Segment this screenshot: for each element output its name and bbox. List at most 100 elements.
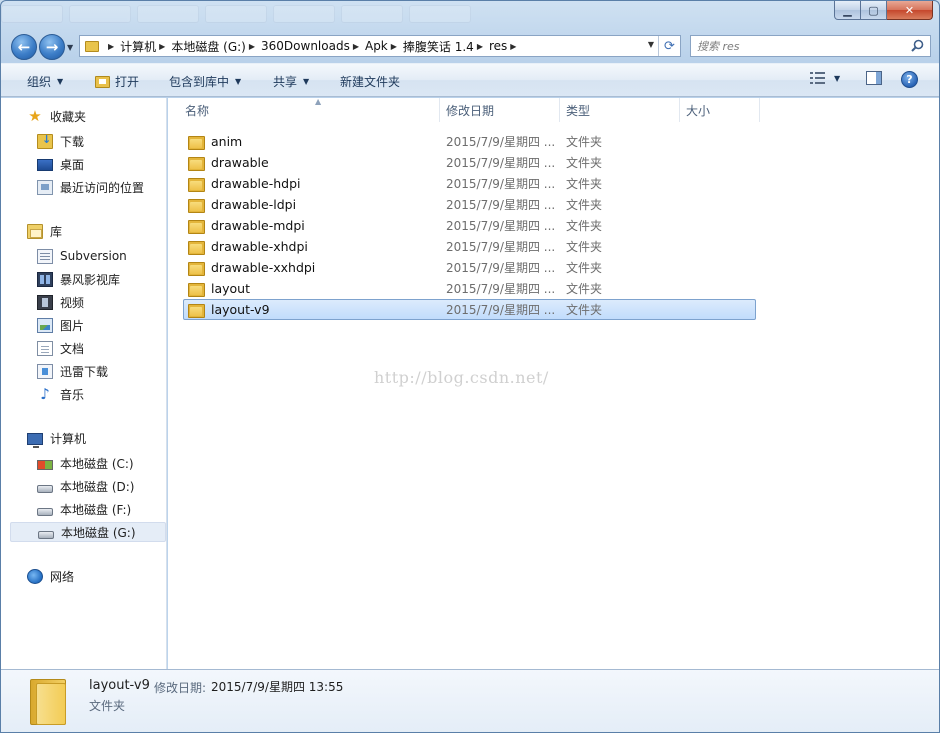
chevron-right-icon[interactable]: ▶ [249, 42, 255, 51]
minimize-button[interactable]: ▁ [834, 1, 861, 20]
breadcrumb-app[interactable]: 捧腹笑话 1.4 [403, 38, 474, 55]
file-name: drawable-ldpi [211, 197, 297, 212]
chevron-right-icon[interactable]: ▶ [391, 42, 397, 51]
address-bar[interactable]: ▶ 计算机 ▶ 本地磁盘 (G:) ▶ 360Downloads ▶ Apk ▶… [79, 35, 681, 57]
navigation-pane[interactable]: ★ 收藏夹 下载 桌面 最近访问的位置 库 Subversion 暴风影视库 [1, 98, 167, 669]
folder-icon [188, 135, 205, 150]
close-button[interactable]: ✕ [887, 1, 933, 20]
back-button[interactable]: ← [11, 34, 37, 60]
open-button[interactable]: 打开 [95, 73, 139, 90]
breadcrumb-res[interactable]: res [489, 39, 507, 53]
sidebar-group-network[interactable]: 网络 [27, 568, 74, 585]
search-icon[interactable] [911, 39, 924, 52]
file-type: 文件夹 [566, 219, 603, 233]
details-view-icon [810, 71, 826, 85]
sidebar-item-label: 文档 [60, 341, 85, 356]
sidebar-item-drive-f[interactable]: 本地磁盘 (F:) [37, 499, 131, 519]
help-button[interactable]: ? [901, 71, 918, 88]
navigation-bar: ← → ▼ ▶ 计算机 ▶ 本地磁盘 (G:) ▶ 360Downloads ▶… [1, 29, 939, 63]
file-row[interactable]: drawable-hdpi 2015/7/9/星期四 ... 文件夹 [183, 173, 756, 194]
sidebar-group-label: 计算机 [50, 432, 87, 446]
file-row[interactable]: drawable-mdpi 2015/7/9/星期四 ... 文件夹 [183, 215, 756, 236]
sidebar-item-recent-places[interactable]: 最近访问的位置 [37, 177, 144, 197]
file-list[interactable]: 名称 ▲ 修改日期 类型 大小 anim 2015/7/9/星期四 ... 文件… [168, 97, 939, 669]
file-date: 2015/7/9/星期四 ... [446, 282, 556, 296]
new-folder-button[interactable]: 新建文件夹 [340, 73, 400, 90]
breadcrumb-apk[interactable]: Apk [365, 39, 388, 53]
download-library-icon [37, 363, 53, 379]
breadcrumb-drive-g[interactable]: 本地磁盘 (G:) [171, 38, 246, 55]
sidebar-group-libraries[interactable]: 库 [27, 223, 62, 240]
column-header-date[interactable]: 修改日期 [440, 98, 560, 122]
change-view-button[interactable]: ▼ [810, 71, 840, 85]
document-library-icon [37, 248, 53, 264]
sidebar-item-videos[interactable]: 视频 [37, 292, 84, 312]
file-row[interactable]: anim 2015/7/9/星期四 ... 文件夹 [183, 131, 756, 152]
library-icon [27, 224, 43, 239]
maximize-button[interactable]: ▢ [861, 1, 887, 20]
file-row[interactable]: drawable-xxhdpi 2015/7/9/星期四 ... 文件夹 [183, 257, 756, 278]
file-name: drawable-mdpi [211, 218, 305, 233]
chevron-right-icon[interactable]: ▶ [353, 42, 359, 51]
address-history-dropdown[interactable]: ▼ [648, 40, 654, 49]
arrow-right-icon: → [45, 38, 59, 56]
sidebar-item-pictures[interactable]: 图片 [37, 315, 84, 335]
recent-places-icon [37, 179, 53, 195]
sidebar-item-drive-c[interactable]: 本地磁盘 (C:) [37, 453, 134, 473]
sidebar-item-drive-g[interactable]: 本地磁盘 (G:) [10, 522, 166, 542]
title-bar[interactable]: ▁ ▢ ✕ [1, 1, 939, 29]
forward-button[interactable]: → [39, 34, 65, 60]
file-row[interactable]: drawable-xhdpi 2015/7/9/星期四 ... 文件夹 [183, 236, 756, 257]
file-type: 文件夹 [566, 135, 603, 149]
file-row[interactable]: drawable 2015/7/9/星期四 ... 文件夹 [183, 152, 756, 173]
file-name: drawable [211, 155, 269, 170]
sidebar-group-label: 库 [50, 225, 63, 239]
file-row[interactable]: drawable-ldpi 2015/7/9/星期四 ... 文件夹 [183, 194, 756, 215]
minimize-icon: ▁ [843, 3, 852, 17]
column-header-label: 大小 [686, 103, 711, 118]
sidebar-item-xunlei-downloads[interactable]: 迅雷下载 [37, 361, 108, 381]
share-button[interactable]: 共享 ▼ [273, 73, 309, 90]
search-box[interactable] [690, 35, 931, 57]
chevron-right-icon[interactable]: ▶ [477, 42, 483, 51]
organize-button[interactable]: 组织 ▼ [27, 73, 63, 90]
hard-drive-icon [38, 530, 54, 539]
sidebar-item-drive-d[interactable]: 本地磁盘 (D:) [37, 476, 134, 496]
chevron-right-icon[interactable]: ▶ [159, 42, 165, 51]
breadcrumb-360downloads[interactable]: 360Downloads [261, 39, 350, 53]
watermark-text: http://blog.csdn.net/ [374, 368, 549, 387]
refresh-button[interactable]: ⟳ [658, 36, 680, 56]
details-name: layout-v9 [89, 678, 150, 693]
folder-icon [188, 156, 205, 171]
file-date: 2015/7/9/星期四 ... [446, 261, 556, 275]
file-row[interactable]: layout 2015/7/9/星期四 ... 文件夹 [183, 278, 756, 299]
sidebar-item-subversion[interactable]: Subversion [37, 246, 127, 266]
details-date-label: 修改日期: [154, 681, 207, 695]
share-label: 共享 [273, 75, 298, 89]
include-in-library-button[interactable]: 包含到库中 ▼ [169, 73, 241, 90]
sidebar-group-favorites[interactable]: ★ 收藏夹 [27, 108, 86, 125]
chevron-right-icon[interactable]: ▶ [510, 42, 516, 51]
sidebar-group-computer[interactable]: 计算机 [27, 430, 87, 448]
file-name: drawable-hdpi [211, 176, 301, 191]
recent-pages-dropdown[interactable]: ▼ [67, 43, 73, 52]
file-type: 文件夹 [566, 282, 603, 296]
sidebar-item-documents[interactable]: 文档 [37, 338, 84, 358]
sidebar-item-label: 暴风影视库 [60, 272, 121, 287]
sidebar-item-desktop[interactable]: 桌面 [37, 154, 84, 174]
preview-pane-button[interactable] [866, 71, 882, 85]
column-header-type[interactable]: 类型 [560, 98, 680, 122]
sidebar-item-downloads[interactable]: 下载 [37, 131, 84, 151]
breadcrumb-computer[interactable]: 计算机 [120, 38, 156, 55]
chevron-right-icon[interactable]: ▶ [108, 42, 114, 51]
file-row-selected[interactable]: layout-v9 2015/7/9/星期四 ... 文件夹 [183, 299, 756, 320]
folder-icon [188, 261, 205, 276]
column-header-size[interactable]: 大小 [680, 98, 760, 122]
column-header-name[interactable]: 名称 ▲ [179, 97, 440, 122]
picture-icon [37, 317, 53, 333]
sidebar-item-baofeng-library[interactable]: 暴风影视库 [37, 269, 120, 289]
search-input[interactable] [697, 38, 897, 54]
computer-icon [27, 433, 43, 448]
hard-drive-icon [37, 484, 53, 493]
sidebar-item-music[interactable]: ♪ 音乐 [37, 384, 84, 404]
